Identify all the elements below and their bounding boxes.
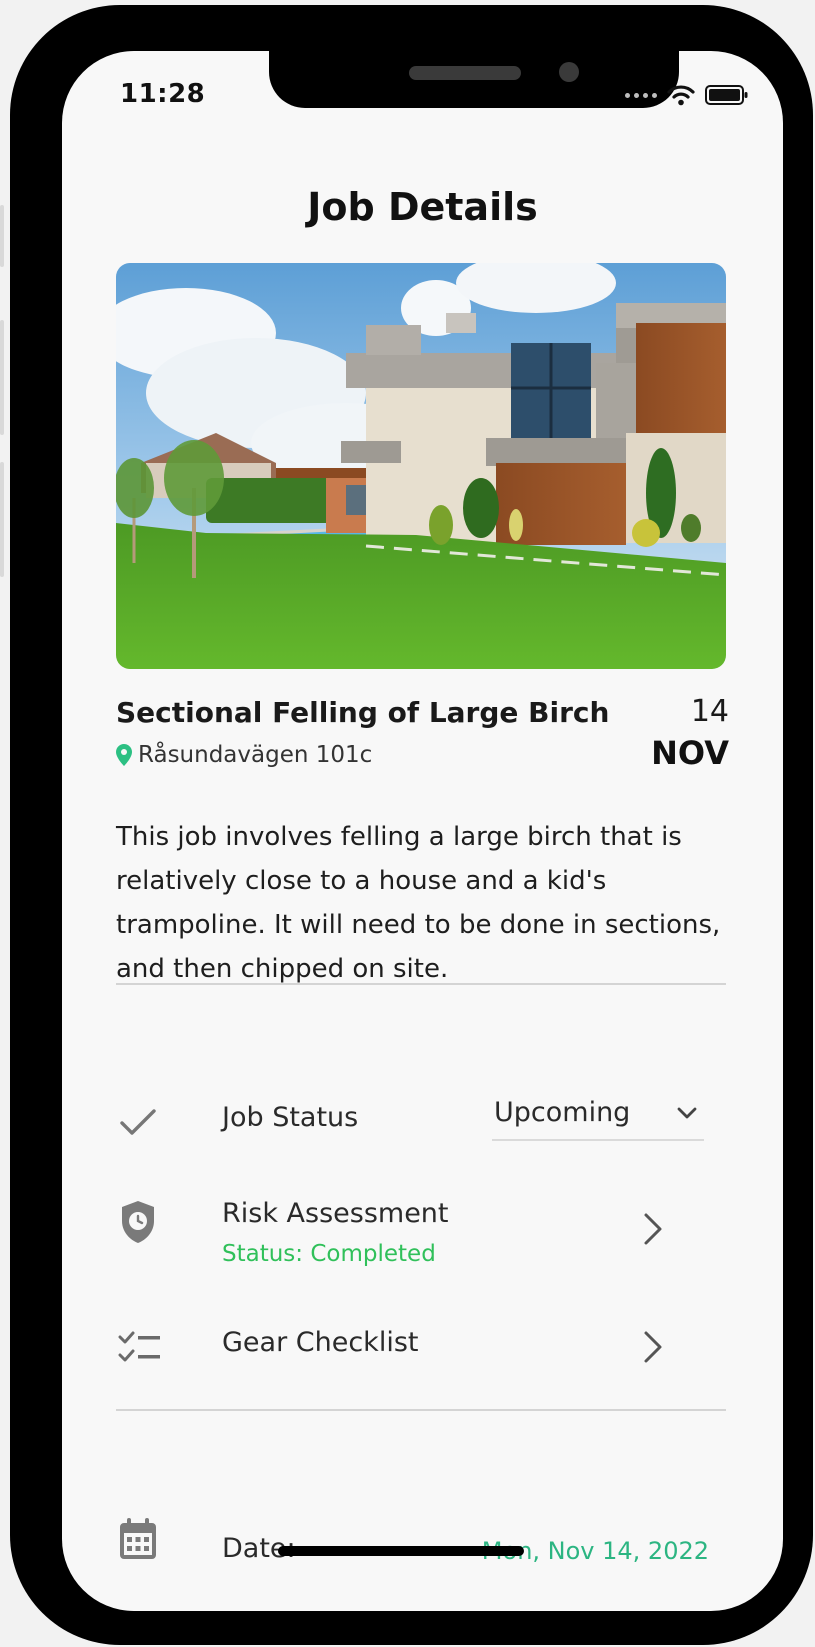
- battery-icon: [705, 85, 748, 105]
- job-status-value: Upcoming: [494, 1097, 631, 1128]
- shield-clock-icon: [122, 1201, 154, 1243]
- risk-assessment-label: Risk Assessment: [222, 1198, 449, 1229]
- risk-assessment-status: Status: Completed: [222, 1241, 436, 1267]
- divider: [116, 1409, 726, 1411]
- job-month: NOV: [651, 734, 729, 772]
- signal-icon: [625, 92, 657, 98]
- job-image: [116, 263, 726, 669]
- job-location: Råsundavägen 101c: [116, 742, 372, 768]
- page-title: Job Details: [307, 185, 538, 229]
- checklist-icon: [118, 1331, 160, 1362]
- calendar-icon: [120, 1518, 156, 1559]
- side-button: [0, 320, 4, 435]
- gear-checklist-label: Gear Checklist: [222, 1327, 419, 1358]
- job-title: Sectional Felling of Large Birch: [116, 696, 610, 729]
- status-time: 11:28: [120, 79, 206, 109]
- location-pin-icon: [116, 744, 132, 766]
- side-button: [0, 462, 4, 577]
- job-status-label: Job Status: [222, 1102, 359, 1133]
- job-day: 14: [690, 694, 729, 729]
- chevron-down-icon: [677, 1107, 697, 1119]
- chevron-right-icon: [644, 1331, 662, 1363]
- job-description: This job involves felling a large birch …: [116, 822, 721, 984]
- house-illustration: [116, 263, 726, 669]
- chevron-right-icon: [644, 1213, 662, 1245]
- app-screen: 11:28 Job Details Sectional Felling of L…: [62, 51, 783, 1611]
- speaker: [409, 66, 521, 80]
- side-button: [0, 205, 4, 267]
- checkmark-icon: [120, 1109, 156, 1135]
- camera: [559, 62, 579, 82]
- wifi-icon: [667, 85, 695, 106]
- home-indicator: [278, 1546, 524, 1556]
- job-status-dropdown[interactable]: Upcoming: [492, 1095, 704, 1141]
- status-icons: [625, 83, 749, 107]
- notch: [269, 51, 679, 108]
- phone-frame: 11:28 Job Details Sectional Felling of L…: [10, 5, 813, 1645]
- divider: [116, 983, 726, 985]
- job-address: Råsundavägen 101c: [138, 742, 373, 768]
